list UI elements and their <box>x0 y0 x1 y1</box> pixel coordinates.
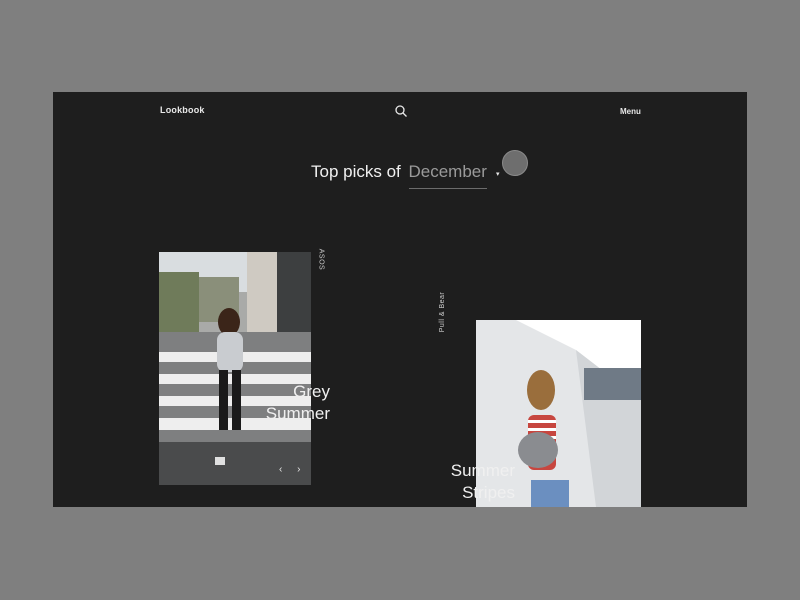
chevron-down-icon[interactable]: ▾ <box>496 170 500 178</box>
title-line: Grey <box>293 382 330 401</box>
card-title-grey-summer: Grey Summer <box>223 381 330 425</box>
card-image-grey-summer[interactable] <box>159 252 311 485</box>
card-nav-arrows[interactable]: ‹ › <box>279 464 306 475</box>
title-line: Summer <box>265 404 330 423</box>
lookbook-frame: Lookbook Menu Top picks of December ▾ AS… <box>53 92 747 507</box>
cursor-circle <box>502 150 528 176</box>
title-prefix: Top picks of <box>311 162 401 181</box>
title-line: Summer <box>450 461 515 480</box>
page-title: Top picks of December <box>311 162 487 189</box>
brand-logo[interactable]: Lookbook <box>160 105 205 115</box>
search-icon[interactable] <box>394 104 408 118</box>
brand-tag-pull-and-bear: Pull & Bear <box>439 291 446 333</box>
brand-tag-asos: ASOS <box>317 248 325 271</box>
title-line: Stripes <box>462 483 515 502</box>
card-title-summer-stripes: Summer Stripes <box>413 460 515 504</box>
menu-button[interactable]: Menu <box>620 107 641 116</box>
month-selector[interactable]: December <box>408 162 487 189</box>
